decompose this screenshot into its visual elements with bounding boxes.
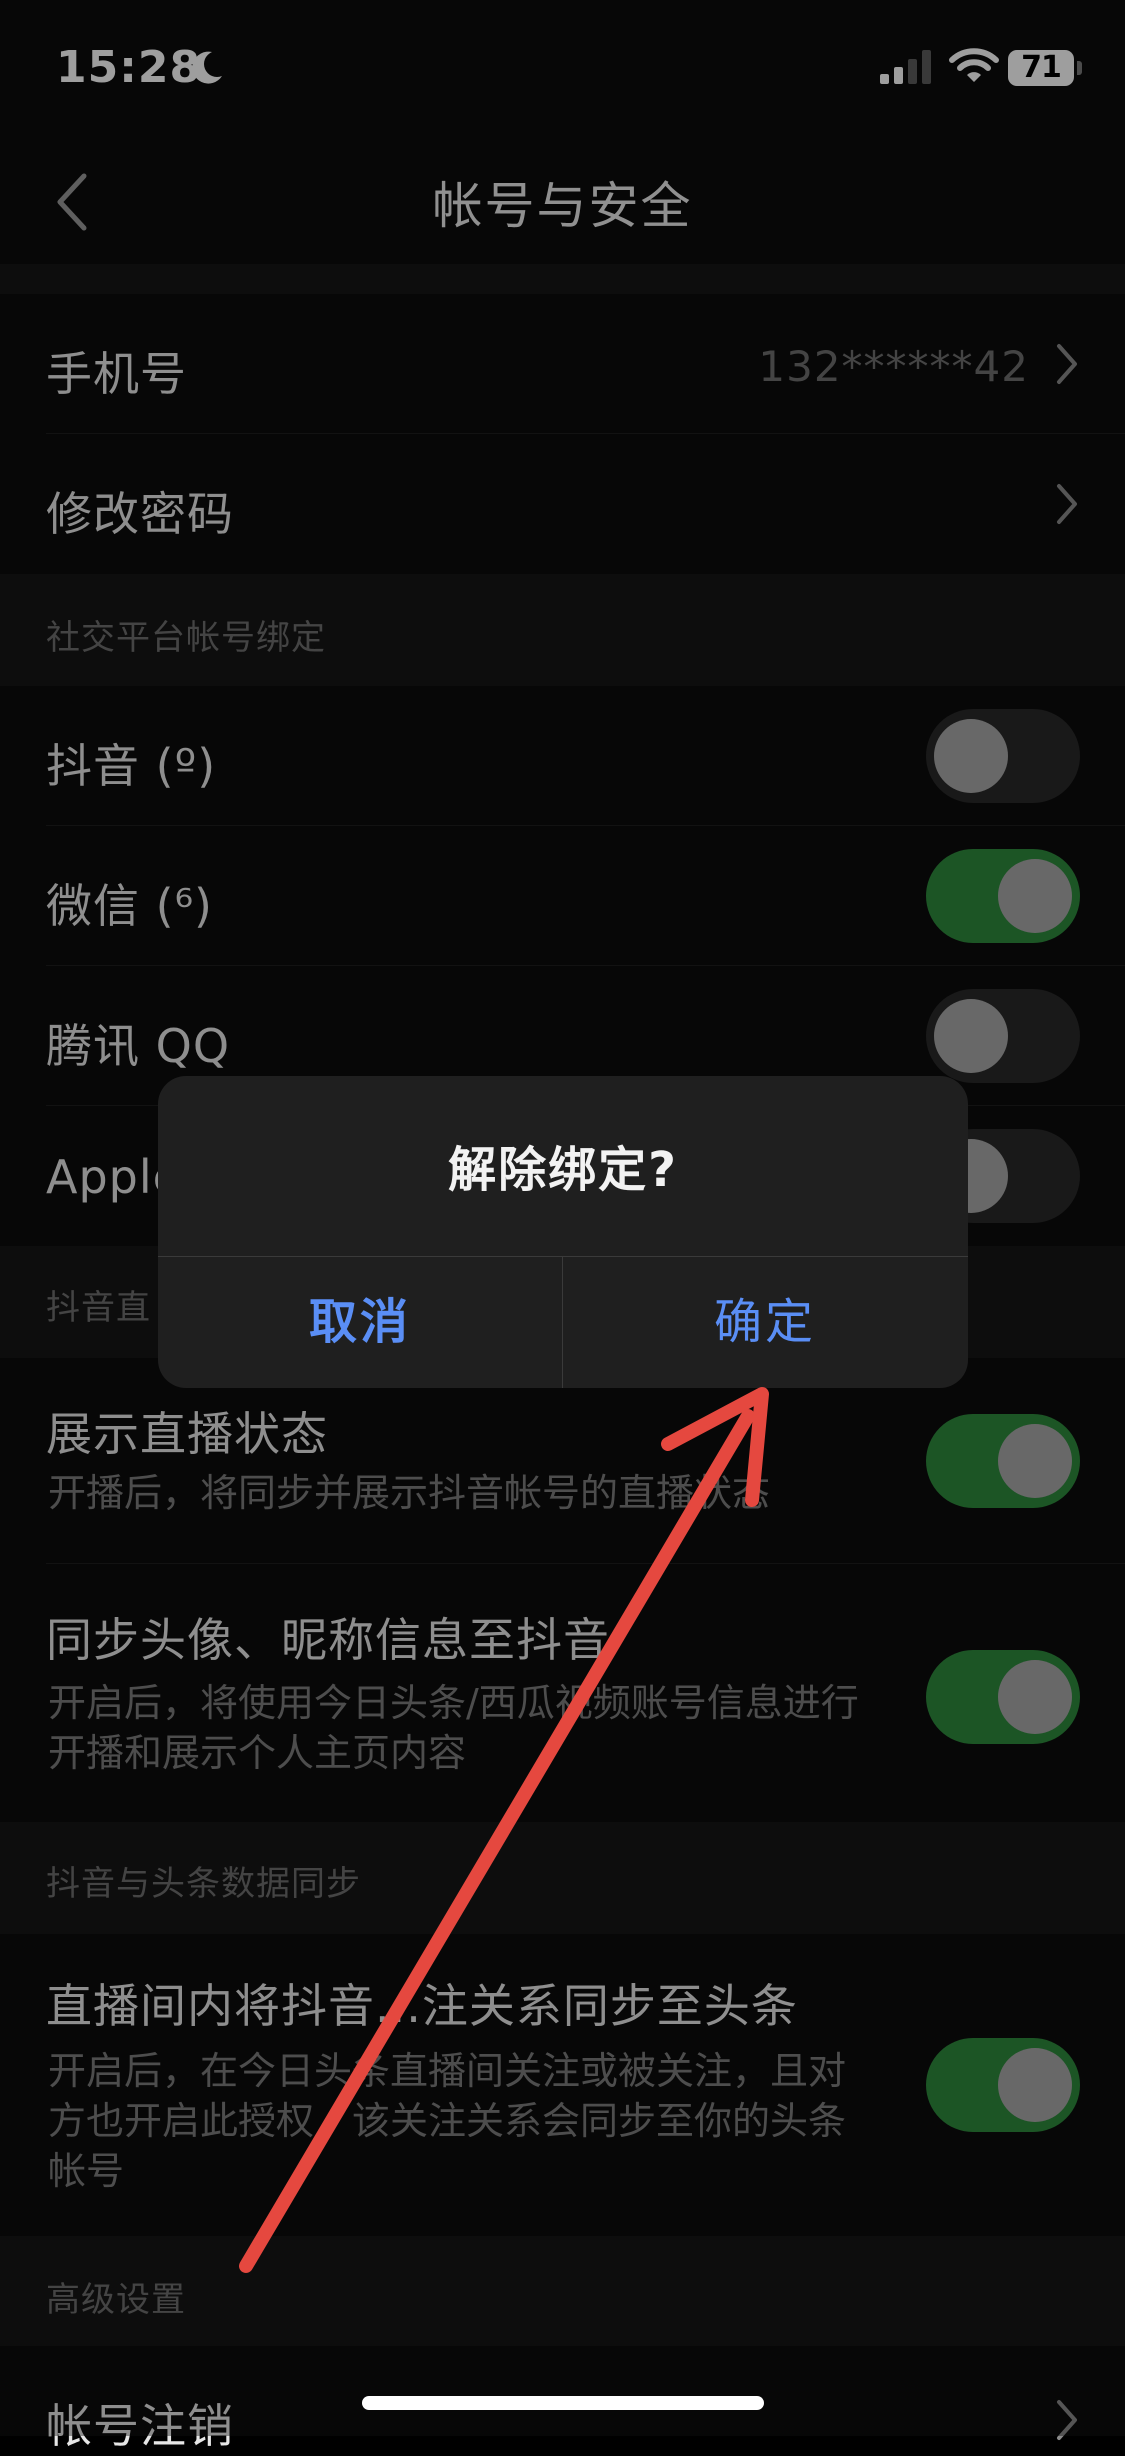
dialog-title: 解除绑定? xyxy=(448,1142,678,1198)
unbind-dialog: 解除绑定? 取消 确定 xyxy=(158,1076,968,1388)
confirm-button[interactable]: 确定 xyxy=(563,1256,967,1388)
cancel-button[interactable]: 取消 xyxy=(158,1256,562,1388)
home-indicator xyxy=(362,2396,764,2410)
settings-screen: 15:28 71 帐号与安全 手机号 132******42 修改密码 社交平台… xyxy=(0,0,1125,2453)
